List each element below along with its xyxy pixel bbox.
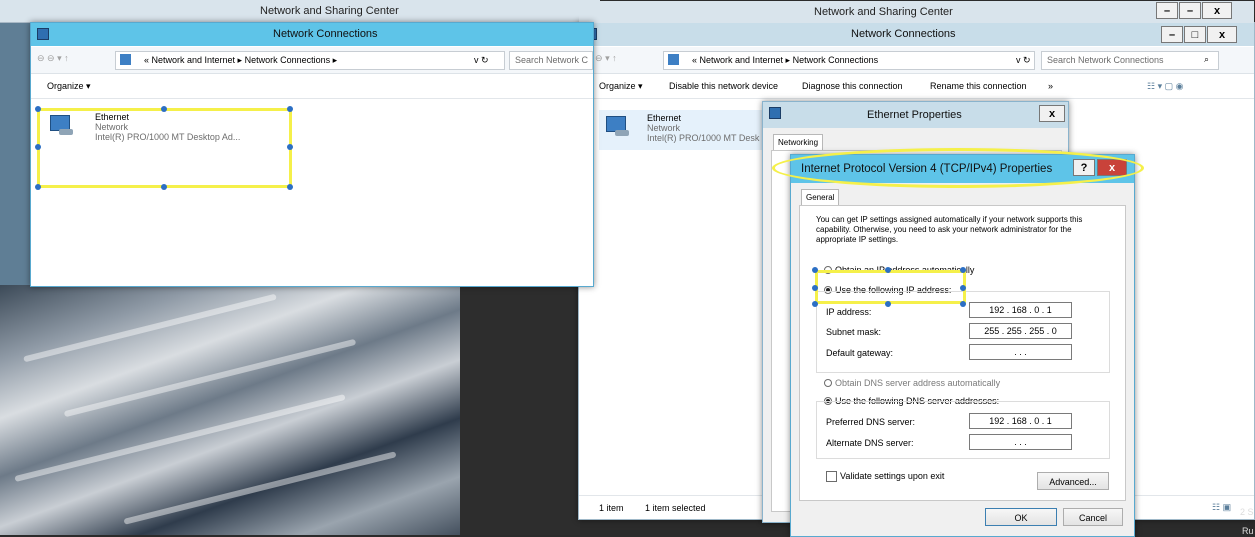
preferred-dns-field[interactable]: 192 . 168 . 0 . 1 bbox=[969, 413, 1072, 429]
selection-handle[interactable] bbox=[812, 285, 818, 291]
corner-text-1: 2 S bbox=[1240, 507, 1254, 517]
cancel-button[interactable]: Cancel bbox=[1063, 508, 1123, 526]
selection-handle[interactable] bbox=[885, 267, 891, 273]
ip-address-label: IP address: bbox=[826, 307, 872, 317]
network-connections-window-front: Network Connections ⊖ ⊖ ▾ ↑ « Network an… bbox=[30, 22, 594, 287]
desktop-dark-area bbox=[460, 285, 580, 535]
highlight-ethernet-item bbox=[37, 108, 292, 188]
back-nav-arrows-icon[interactable]: ⊖ ⊖ ▾ ↑ bbox=[37, 53, 69, 64]
nc-front-search-placeholder: Search Network C bbox=[515, 55, 589, 65]
preferred-dns-label: Preferred DNS server: bbox=[826, 417, 916, 427]
general-tab[interactable]: General bbox=[801, 189, 840, 205]
view-toggle-icon[interactable]: ☷ ▣ bbox=[1212, 502, 1231, 513]
selection-handle[interactable] bbox=[960, 285, 966, 291]
alternate-dns-label: Alternate DNS server: bbox=[826, 438, 914, 448]
nc-front-breadcrumb-box[interactable]: « Network and Internet ▸ Network Connect… bbox=[115, 51, 505, 70]
refresh-icon[interactable]: v ↻ bbox=[474, 55, 489, 66]
selection-handle[interactable] bbox=[287, 184, 293, 190]
obtain-dns-radio[interactable] bbox=[824, 379, 832, 387]
nc-front-breadcrumb: « Network and Internet ▸ Network Connect… bbox=[144, 55, 338, 65]
nc-back-address-bar: ⊖ ⊖ ▾ ↑ « Network and Internet ▸ Network… bbox=[579, 47, 1254, 74]
selection-handle[interactable] bbox=[960, 301, 966, 307]
ip-address-field[interactable]: 192 . 168 . 0 . 1 bbox=[969, 302, 1072, 318]
ok-button[interactable]: OK bbox=[985, 508, 1057, 526]
nsc-title: Network and Sharing Center bbox=[260, 5, 399, 17]
item-status: Network bbox=[647, 123, 681, 133]
folder-icon bbox=[668, 54, 679, 65]
organize-menu[interactable]: Organize ▾ bbox=[599, 81, 643, 92]
ipv4-properties-dialog: Internet Protocol Version 4 (TCP/IPv4) P… bbox=[790, 154, 1135, 537]
subnet-mask-field[interactable]: 255 . 255 . 255 . 0 bbox=[969, 323, 1072, 339]
nc-back-titlebar: Network Connections – □ x bbox=[579, 23, 1254, 46]
wallpaper-photo bbox=[0, 285, 460, 535]
organize-menu[interactable]: Organize ▾ bbox=[47, 81, 91, 92]
obtain-dns-label: Obtain DNS server address automatically bbox=[835, 378, 1001, 388]
nsc-back-title: Network and Sharing Center bbox=[814, 6, 953, 18]
selection-handle[interactable] bbox=[812, 301, 818, 307]
alternate-dns-field[interactable]: . . . bbox=[969, 434, 1072, 450]
nc-front-search-input[interactable]: Search Network C bbox=[509, 51, 593, 70]
ethernet-adapter-icon bbox=[603, 116, 629, 138]
nc-front-title: Network Connections bbox=[273, 28, 378, 40]
selection-handle[interactable] bbox=[885, 301, 891, 307]
eth-props-close-button[interactable]: x bbox=[1039, 105, 1065, 122]
disable-device-button[interactable]: Disable this network device bbox=[669, 81, 778, 91]
nc-back-breadcrumb: « Network and Internet ▸ Network Connect… bbox=[692, 55, 879, 65]
nc-front-toolbar: Organize ▾ bbox=[31, 74, 593, 99]
status-item-selected: 1 item selected bbox=[645, 503, 706, 513]
nc-back-search-placeholder: Search Network Connections bbox=[1047, 55, 1164, 65]
diagnose-connection-button[interactable]: Diagnose this connection bbox=[802, 81, 903, 91]
item-name: Ethernet bbox=[647, 113, 682, 123]
highlight-ellipse-ipv4-title bbox=[772, 148, 1144, 188]
nc-back-search-input[interactable]: Search Network Connections ⌕ bbox=[1041, 51, 1219, 70]
networking-tab[interactable]: Networking bbox=[773, 134, 824, 150]
nsc-close-button[interactable]: x bbox=[1202, 2, 1232, 19]
selection-handle[interactable] bbox=[287, 106, 293, 112]
selection-handle[interactable] bbox=[161, 106, 167, 112]
validate-label: Validate settings upon exit bbox=[840, 471, 945, 481]
selection-handle[interactable] bbox=[35, 184, 41, 190]
eth-props-titlebar: Ethernet Properties x bbox=[763, 102, 1068, 128]
folder-icon bbox=[120, 54, 131, 65]
nc-back-title: Network Connections bbox=[851, 28, 956, 40]
nc-back-breadcrumb-box[interactable]: « Network and Internet ▸ Network Connect… bbox=[663, 51, 1035, 70]
network-folder-icon bbox=[37, 28, 49, 40]
nsc-minimize-button[interactable]: – bbox=[1156, 2, 1178, 19]
default-gateway-field[interactable]: . . . bbox=[969, 344, 1072, 360]
dns-settings-group bbox=[816, 401, 1110, 459]
selection-handle[interactable] bbox=[161, 184, 167, 190]
toolbar-overflow-button[interactable]: » bbox=[1048, 81, 1053, 91]
subnet-mask-label: Subnet mask: bbox=[826, 327, 882, 337]
item-device: Intel(R) PRO/1000 MT Desk bbox=[647, 133, 760, 143]
ipv4-description: You can get IP settings assigned automat… bbox=[816, 215, 1083, 244]
view-options-icon[interactable]: ☷ ▾ ▢ ◉ bbox=[1147, 81, 1183, 92]
eth-props-title: Ethernet Properties bbox=[867, 109, 962, 121]
selection-handle[interactable] bbox=[287, 144, 293, 150]
nc-front-address-bar: ⊖ ⊖ ▾ ↑ « Network and Internet ▸ Network… bbox=[31, 47, 593, 74]
advanced-button[interactable]: Advanced... bbox=[1037, 472, 1109, 490]
refresh-icon[interactable]: v ↻ bbox=[1016, 55, 1031, 66]
nc-back-close-button[interactable]: x bbox=[1207, 26, 1237, 43]
nc-back-maximize-button[interactable]: □ bbox=[1184, 26, 1206, 43]
nc-back-toolbar: Organize ▾ Disable this network device D… bbox=[579, 74, 1254, 99]
nc-front-titlebar: Network Connections bbox=[31, 23, 593, 46]
status-item-count: 1 item bbox=[599, 503, 624, 513]
nc-back-minimize-button[interactable]: – bbox=[1161, 26, 1183, 43]
default-gateway-label: Default gateway: bbox=[826, 348, 894, 358]
highlight-use-ip bbox=[815, 270, 966, 304]
selection-handle[interactable] bbox=[35, 106, 41, 112]
selection-handle[interactable] bbox=[960, 267, 966, 273]
search-icon: ⌕ bbox=[1204, 54, 1210, 64]
validate-checkbox[interactable] bbox=[826, 471, 837, 482]
selection-handle[interactable] bbox=[35, 144, 41, 150]
selection-handle[interactable] bbox=[812, 267, 818, 273]
eth-props-app-icon bbox=[769, 107, 781, 119]
rename-connection-button[interactable]: Rename this connection bbox=[930, 81, 1027, 91]
nsc-maximize-button[interactable]: – bbox=[1179, 2, 1201, 19]
